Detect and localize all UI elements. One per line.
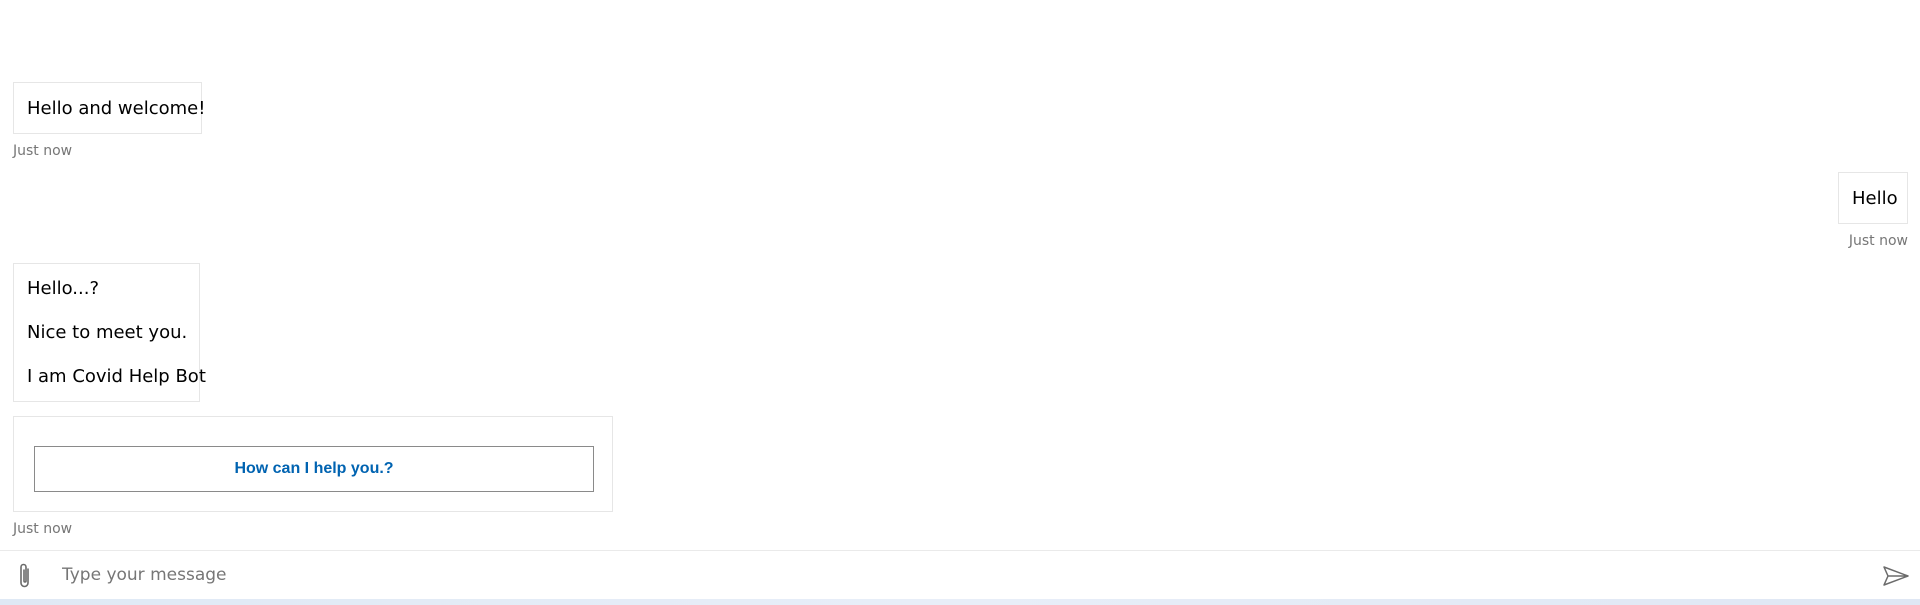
message-timestamp: Just now [13, 521, 73, 537]
user-message: Hello [1838, 172, 1908, 224]
message-line: Nice to meet you. [27, 322, 188, 343]
bot-message-welcome: Hello and welcome! [13, 82, 206, 134]
message-input[interactable] [62, 559, 1852, 591]
bot-message-intro: Hello...? Nice to meet you. I am Covid H… [13, 263, 206, 402]
chat-window: Hello and welcome! Just now Hello Just n… [0, 0, 1920, 605]
paperclip-icon [20, 563, 29, 588]
transcript: Hello and welcome! Just now Hello Just n… [0, 0, 1920, 550]
message-timestamp: Just now [1848, 233, 1908, 249]
message-timestamp: Just now [13, 143, 73, 159]
window-bottom-edge [0, 599, 1920, 605]
send-button[interactable] [1880, 561, 1912, 591]
suggested-actions-card: How can I help you.? [13, 416, 613, 512]
message-text: Hello [1852, 188, 1898, 209]
send-icon [1883, 566, 1909, 586]
help-action-button[interactable]: How can I help you.? [34, 446, 594, 492]
message-line: Hello...? [27, 278, 100, 299]
send-box [0, 550, 1920, 599]
message-text: Hello and welcome! [27, 98, 206, 119]
attach-button[interactable] [10, 561, 40, 591]
message-line: I am Covid Help Bot [27, 366, 206, 387]
